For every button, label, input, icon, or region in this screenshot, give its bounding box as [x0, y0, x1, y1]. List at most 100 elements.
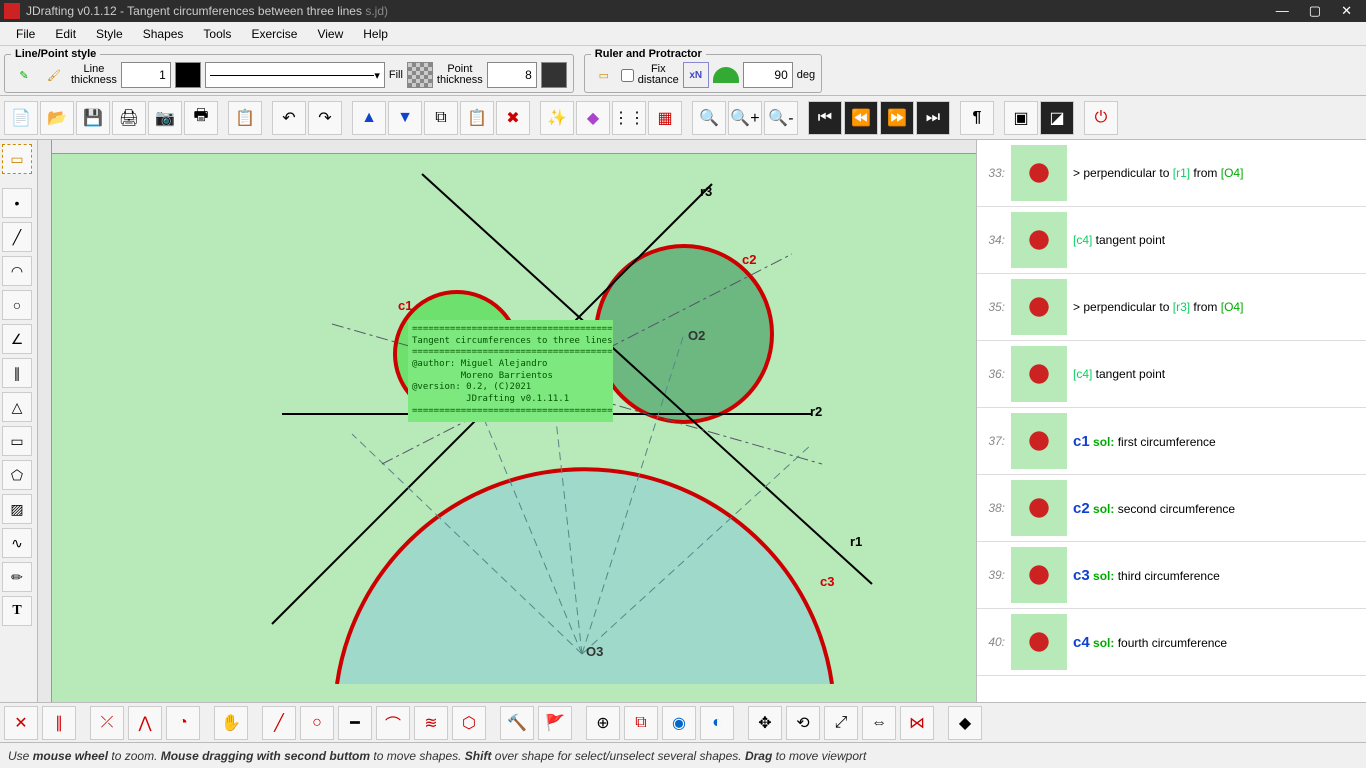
- compass-tool[interactable]: ⋀: [128, 706, 162, 740]
- parallel-tool[interactable]: ∥: [2, 358, 32, 388]
- red-hexagon-tool[interactable]: ⬡: [452, 706, 486, 740]
- polygon-tool[interactable]: ⬠: [2, 460, 32, 490]
- clipboard-button[interactable]: 📋: [460, 101, 494, 135]
- step-row[interactable]: 38:c2 sol: second circumference: [977, 475, 1366, 542]
- zoom-fit-button[interactable]: 🔍: [692, 101, 726, 135]
- step-row[interactable]: 37:c1 sol: first circumference: [977, 408, 1366, 475]
- brush-icon[interactable]: 🖌: [41, 62, 67, 88]
- menu-help[interactable]: Help: [353, 25, 398, 43]
- minimize-button[interactable]: —: [1276, 3, 1289, 19]
- undo-button[interactable]: ↶: [272, 101, 306, 135]
- diamond-button[interactable]: ◆: [576, 101, 610, 135]
- fill-swatch[interactable]: [407, 62, 433, 88]
- open-file-button[interactable]: 📂: [40, 101, 74, 135]
- hammer-tool[interactable]: 🔨: [500, 706, 534, 740]
- first-step-button[interactable]: ⏮: [808, 101, 842, 135]
- select-all-button[interactable]: ▣: [1004, 101, 1038, 135]
- last-step-button[interactable]: ⏭: [916, 101, 950, 135]
- line-color-swatch[interactable]: [175, 62, 201, 88]
- menu-view[interactable]: View: [307, 25, 353, 43]
- move-down-button[interactable]: ▼: [388, 101, 422, 135]
- menu-tools[interactable]: Tools: [193, 25, 241, 43]
- parallel-lines-tool[interactable]: ∥: [42, 706, 76, 740]
- maximize-button[interactable]: ▢: [1309, 3, 1321, 19]
- mirror-h-tool[interactable]: ⇔: [862, 706, 896, 740]
- save-button[interactable]: 💾: [76, 101, 110, 135]
- angle-tool[interactable]: ∠: [2, 324, 32, 354]
- delete-button[interactable]: ✖: [496, 101, 530, 135]
- selection-tool[interactable]: ▭: [2, 144, 32, 174]
- hand-tool[interactable]: ✋: [214, 706, 248, 740]
- print-preview-button[interactable]: 🖶: [184, 101, 218, 135]
- move-up-button[interactable]: ▲: [352, 101, 386, 135]
- next-step-button[interactable]: ⏩: [880, 101, 914, 135]
- pilcrow-button[interactable]: ¶: [960, 101, 994, 135]
- menu-file[interactable]: File: [6, 25, 45, 43]
- mirror-v-tool[interactable]: ⋈: [900, 706, 934, 740]
- step-row[interactable]: 36:[c4] tangent point: [977, 341, 1366, 408]
- prev-step-button[interactable]: ⏪: [844, 101, 878, 135]
- menu-exercise[interactable]: Exercise: [241, 25, 307, 43]
- red-arc-tool[interactable]: ⌒: [376, 706, 410, 740]
- step-row[interactable]: 33:> perpendicular to [r1] from [O4]: [977, 140, 1366, 207]
- magic-button[interactable]: ✨: [540, 101, 574, 135]
- thick-line-tool[interactable]: ━: [338, 706, 372, 740]
- paste-button[interactable]: 📋: [228, 101, 262, 135]
- outline-tool[interactable]: ⧉: [624, 706, 658, 740]
- step-row[interactable]: 34:[c4] tangent point: [977, 207, 1366, 274]
- protractor-icon[interactable]: [713, 67, 739, 83]
- circle-tool[interactable]: ○: [2, 290, 32, 320]
- point-tool[interactable]: •: [2, 188, 32, 218]
- canvas[interactable]: O1 O2 O3 O4 c1 c2 c3 c4 r1 r2 r3 =======…: [38, 140, 976, 702]
- union-tool[interactable]: ◉: [662, 706, 696, 740]
- red-circle-tool[interactable]: ○: [300, 706, 334, 740]
- menu-style[interactable]: Style: [86, 25, 133, 43]
- menu-shapes[interactable]: Shapes: [133, 25, 194, 43]
- scale-tool[interactable]: ⤢: [824, 706, 858, 740]
- step-row[interactable]: 40:c4 sol: fourth circumference: [977, 609, 1366, 676]
- arc-tool[interactable]: ◠: [2, 256, 32, 286]
- print-button[interactable]: 🖨: [112, 101, 146, 135]
- point-color-swatch[interactable]: [541, 62, 567, 88]
- eyedropper-icon[interactable]: ✎: [11, 62, 37, 88]
- copy-button[interactable]: ⧉: [424, 101, 458, 135]
- redo-button[interactable]: ↷: [308, 101, 342, 135]
- dots-button[interactable]: ⋮⋮: [612, 101, 646, 135]
- red-line-tool[interactable]: ╱: [262, 706, 296, 740]
- rotate-tool[interactable]: ⟲: [786, 706, 820, 740]
- line-thickness-input[interactable]: [121, 62, 171, 88]
- venn-tool[interactable]: ⊕: [586, 706, 620, 740]
- power-button[interactable]: ⏻: [1084, 101, 1118, 135]
- zoom-in-button[interactable]: 🔍+: [728, 101, 762, 135]
- flag-tool[interactable]: 🚩: [538, 706, 572, 740]
- text-tool[interactable]: T: [2, 596, 32, 626]
- step-row[interactable]: 35:> perpendicular to [r3] from [O4]: [977, 274, 1366, 341]
- point-thickness-input[interactable]: [487, 62, 537, 88]
- arc-center-tool[interactable]: ◔: [166, 706, 200, 740]
- ruler-icon[interactable]: ▭: [591, 62, 617, 88]
- intersect-tool[interactable]: ✕: [4, 706, 38, 740]
- step-row[interactable]: 39:c3 sol: third circumference: [977, 542, 1366, 609]
- pencil-tool[interactable]: ✏: [2, 562, 32, 592]
- red-square-button[interactable]: ▦: [648, 101, 682, 135]
- spline-tool[interactable]: ∿: [2, 528, 32, 558]
- fill-bucket-tool[interactable]: ◆: [948, 706, 982, 740]
- zoom-out-button[interactable]: 🔍-: [764, 101, 798, 135]
- cross-tool[interactable]: ⤫: [90, 706, 124, 740]
- subtract-tool[interactable]: ◐: [700, 706, 734, 740]
- angle-input[interactable]: [743, 62, 793, 88]
- menu-edit[interactable]: Edit: [45, 25, 86, 43]
- line-tool[interactable]: ╱: [2, 222, 32, 252]
- line-style-dropdown[interactable]: ▾: [205, 62, 385, 88]
- fix-distance-checkbox[interactable]: [621, 69, 634, 82]
- move-tool[interactable]: ✥: [748, 706, 782, 740]
- invert-button[interactable]: ◪: [1040, 101, 1074, 135]
- new-file-button[interactable]: 📄: [4, 101, 38, 135]
- rectangle-tool[interactable]: ▭: [2, 426, 32, 456]
- triangle-tool[interactable]: △: [2, 392, 32, 422]
- red-zigzag-tool[interactable]: ≋: [414, 706, 448, 740]
- hatch-tool[interactable]: ▨: [2, 494, 32, 524]
- steps-panel[interactable]: 33:> perpendicular to [r1] from [O4]34:[…: [976, 140, 1366, 702]
- close-button[interactable]: ✕: [1341, 3, 1352, 19]
- xn-button[interactable]: xN: [683, 62, 709, 88]
